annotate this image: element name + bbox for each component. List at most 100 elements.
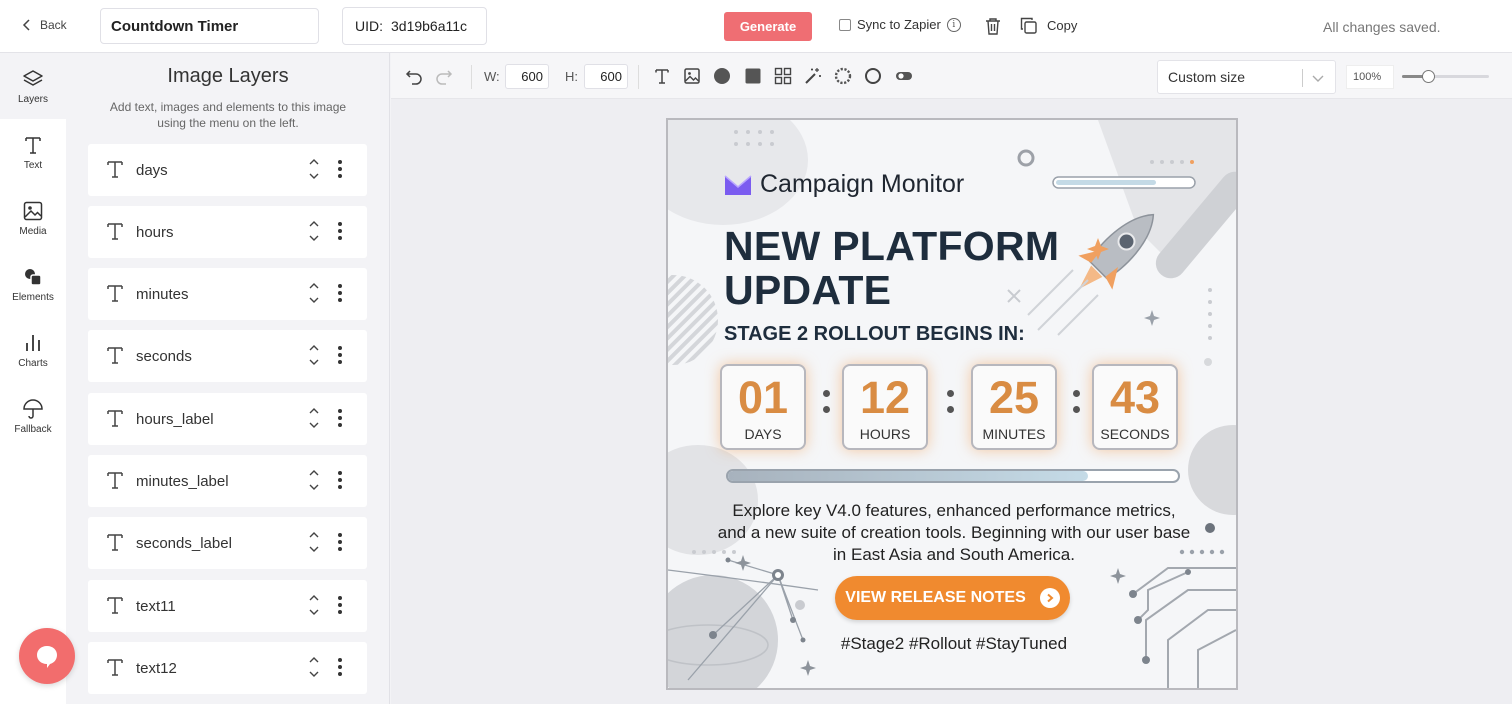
headline-line: UPDATE	[724, 267, 892, 313]
reorder-icon[interactable]	[308, 467, 320, 493]
height-input[interactable]	[584, 64, 628, 89]
toggle-icon[interactable]	[895, 67, 913, 85]
tool-rail: Layers Text Media Elements Charts Fallba…	[0, 53, 66, 704]
reorder-icon[interactable]	[308, 405, 320, 431]
arrow-right-icon	[1039, 588, 1060, 608]
rail-label: Text	[23, 159, 43, 171]
reorder-icon[interactable]	[308, 218, 320, 244]
layer-row-text11[interactable]: text11	[88, 580, 367, 632]
text-layer-icon	[107, 659, 123, 676]
rollout-progress-fill	[728, 471, 1088, 481]
more-options-icon[interactable]	[337, 595, 343, 615]
add-text-icon[interactable]	[653, 67, 671, 85]
ring-icon[interactable]	[864, 67, 882, 85]
layer-row-hours[interactable]: hours	[88, 206, 367, 258]
layer-name: text11	[136, 597, 176, 615]
reorder-icon[interactable]	[308, 280, 320, 306]
body-text: Explore key V4.0 features, enhanced perf…	[717, 501, 1191, 564]
text-layer-icon	[107, 161, 123, 178]
width-label: W:	[484, 69, 500, 84]
rail-item-elements[interactable]: Elements	[0, 251, 66, 317]
text-layer-icon	[107, 223, 123, 240]
view-release-notes-button[interactable]: VIEW RELEASE NOTES	[835, 576, 1070, 620]
countdown-value: 43	[1109, 372, 1161, 423]
more-options-icon[interactable]	[337, 532, 343, 552]
layer-name: minutes_label	[136, 472, 229, 490]
rail-item-media[interactable]: Media	[0, 185, 66, 251]
chat-support-button[interactable]	[19, 628, 75, 684]
layers-panel: Image Layers Add text, images and elemen…	[66, 53, 454, 704]
generate-button[interactable]: Generate	[724, 12, 812, 41]
layer-row-minutes-label[interactable]: minutes_label	[88, 455, 367, 507]
redo-icon[interactable]	[435, 67, 453, 85]
more-options-icon[interactable]	[337, 470, 343, 490]
size-preset-select[interactable]: Custom size	[1157, 60, 1336, 94]
layer-row-days[interactable]: days	[88, 144, 367, 196]
more-options-icon[interactable]	[337, 657, 343, 677]
text-layer-icon	[107, 597, 123, 614]
countdown-label: DAYS	[744, 426, 782, 442]
reorder-icon[interactable]	[308, 342, 320, 368]
layer-name: seconds_label	[136, 534, 232, 552]
countdown-days: 01 DAYS	[720, 364, 806, 450]
chat-icon	[37, 646, 57, 668]
title-input[interactable]	[100, 8, 319, 44]
rail-item-text[interactable]: Text	[0, 119, 66, 185]
layer-name: text12	[136, 659, 177, 677]
layer-row-hours-label[interactable]: hours_label	[88, 393, 367, 445]
info-icon[interactable]: i	[946, 17, 961, 32]
zoom-slider[interactable]	[1402, 70, 1489, 83]
trash-icon[interactable]	[985, 17, 1001, 35]
add-circle-icon[interactable]	[713, 67, 731, 85]
cta-label: VIEW RELEASE NOTES	[845, 589, 1026, 606]
panel-title: Image Layers	[167, 65, 289, 87]
more-options-icon[interactable]	[337, 221, 343, 241]
sync-checkbox[interactable]	[839, 18, 851, 31]
rail-label: Elements	[12, 291, 54, 303]
layer-name: hours	[136, 223, 174, 241]
brand-name: Campaign Monitor	[760, 170, 965, 198]
sync-to-zapier[interactable]: Sync to Zapier i	[839, 17, 961, 32]
reorder-icon[interactable]	[308, 156, 320, 182]
layer-row-minutes[interactable]: minutes	[88, 268, 367, 320]
back-button[interactable]: Back	[22, 18, 67, 32]
layer-row-seconds-label[interactable]: seconds_label	[88, 517, 367, 569]
layer-name: hours_label	[136, 410, 214, 428]
countdown-seconds: 43 SECONDS	[1092, 364, 1178, 450]
undo-icon[interactable]	[405, 67, 423, 85]
more-options-icon[interactable]	[337, 159, 343, 179]
layer-row-seconds[interactable]: seconds	[88, 330, 367, 382]
text-layer-icon	[107, 472, 123, 489]
bar-chart-icon	[26, 334, 40, 351]
panel-subtitle: Add text, images and elements to this im…	[109, 100, 347, 130]
rail-label: Media	[19, 225, 47, 237]
image-icon	[23, 201, 43, 220]
reorder-icon[interactable]	[308, 529, 320, 555]
reorder-icon[interactable]	[308, 592, 320, 618]
more-options-icon[interactable]	[337, 283, 343, 303]
reorder-icon[interactable]	[308, 654, 320, 680]
subheadline: STAGE 2 ROLLOUT BEGINS IN:	[724, 323, 1025, 345]
design-canvas[interactable]: Campaign Monitor NEW PLATFORM UPDATE STA…	[666, 118, 1238, 690]
more-options-icon[interactable]	[337, 408, 343, 428]
top-bar: Back UID: 3d19b6a11c Generate Sync to Za…	[0, 0, 1512, 53]
more-options-icon[interactable]	[337, 345, 343, 365]
layer-row-text12[interactable]: text12	[88, 642, 367, 694]
magic-wand-icon[interactable]	[804, 67, 822, 85]
width-input[interactable]	[505, 64, 549, 89]
rail-label: Fallback	[14, 423, 52, 435]
countdown-minutes: 25 MINUTES	[971, 364, 1057, 450]
dashed-circle-icon[interactable]	[834, 67, 852, 85]
rail-item-charts[interactable]: Charts	[0, 317, 66, 383]
add-rectangle-icon[interactable]	[744, 67, 762, 85]
add-image-icon[interactable]	[683, 67, 701, 85]
campaign-monitor-logo-icon	[724, 174, 752, 195]
copy-button[interactable]: Copy	[1020, 17, 1077, 34]
countdown-label: HOURS	[859, 426, 911, 442]
rail-item-fallback[interactable]: Fallback	[0, 383, 66, 449]
zoom-slider-handle[interactable]	[1422, 70, 1436, 83]
grid-icon[interactable]	[774, 67, 792, 85]
layer-name: minutes	[136, 285, 189, 303]
rail-item-layers[interactable]: Layers	[0, 53, 66, 119]
brand-logo: Campaign Monitor	[724, 170, 964, 199]
